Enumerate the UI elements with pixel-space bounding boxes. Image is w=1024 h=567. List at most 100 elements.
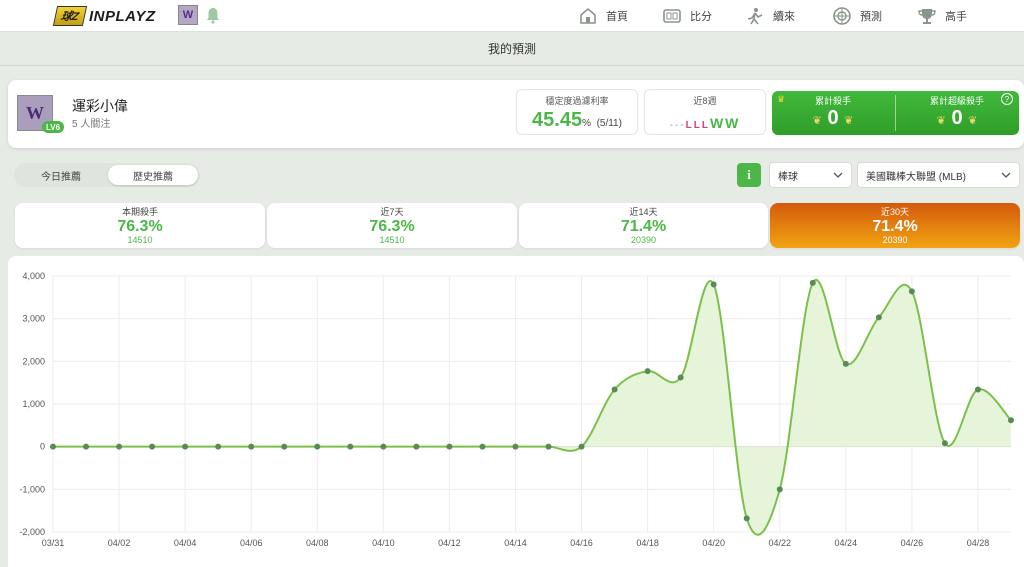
y-tick-label: -1,000 — [19, 484, 45, 494]
stability-value: 45.45 — [532, 109, 583, 131]
help-icon[interactable]: ? — [1001, 93, 1013, 105]
profile-card: W LV6 運彩小偉 5 人關注 穩定度過濾利率 45.45% (5/11) 近… — [8, 80, 1024, 148]
data-point — [941, 440, 948, 447]
data-point — [83, 443, 90, 450]
period-count: 20390 — [882, 235, 908, 245]
period-count: 14510 — [379, 235, 405, 245]
period-value: 76.3% — [117, 218, 163, 235]
stability-rate-box: 穩定度過濾利率 45.45% (5/11) — [516, 89, 638, 135]
series-area-fill — [53, 279, 1011, 535]
data-point — [809, 279, 816, 286]
recommendation-tabs: 今日推薦 歷史推薦 — [14, 163, 200, 187]
data-point — [1008, 417, 1014, 424]
x-tick-label: 04/24 — [835, 538, 858, 548]
data-point — [842, 360, 849, 367]
period-label: 近7天 — [380, 207, 404, 217]
tab-history[interactable]: 歷史推薦 — [108, 165, 198, 185]
period-value: 71.4% — [620, 218, 667, 235]
data-point — [248, 443, 255, 450]
home-icon — [580, 7, 596, 24]
data-point — [776, 486, 783, 493]
x-tick-label: 04/10 — [372, 538, 395, 548]
nav-experts[interactable]: 高手 — [917, 4, 967, 28]
period-label: 近30天 — [880, 207, 909, 217]
period-card-7-days[interactable]: 近7天 76.3% 14510 — [267, 203, 517, 248]
nav-experts-label: 高手 — [945, 11, 967, 23]
tab-today[interactable]: 今日推薦 — [16, 165, 106, 185]
user-avatar[interactable]: W — [178, 5, 198, 25]
period-label: 本期殺手 — [121, 207, 158, 217]
bell-icon[interactable] — [205, 6, 221, 24]
x-tick-label: 04/08 — [306, 538, 329, 548]
scoreboard-icon — [663, 9, 681, 23]
stability-unit: % — [582, 118, 591, 129]
data-point — [215, 443, 222, 450]
award-super-killer-value: 0 — [951, 107, 963, 129]
data-point — [875, 314, 882, 321]
laurel-right-icon: ❦ — [844, 115, 854, 127]
y-tick-label: 0 — [40, 442, 45, 452]
period-card-current[interactable]: 本期殺手 76.3% 14510 — [15, 203, 265, 248]
form-wins: WW — [709, 115, 741, 131]
period-count: 20390 — [630, 235, 657, 245]
stability-label: 穩定度過濾利率 — [545, 96, 609, 106]
period-value: 71.4% — [872, 218, 918, 235]
sport-select[interactable]: 棒球 — [769, 162, 852, 188]
data-point — [380, 443, 387, 450]
period-count: 14510 — [127, 235, 153, 245]
trophy-icon — [918, 9, 936, 24]
nav-predict[interactable]: 預測 — [832, 4, 882, 28]
target-icon — [833, 7, 851, 25]
data-point — [149, 443, 156, 450]
nav-players-label: 續來 — [773, 11, 795, 23]
period-card-30-days[interactable]: 近30天 71.4% 20390 — [770, 203, 1020, 248]
data-point — [578, 443, 585, 450]
x-tick-label: 04/26 — [901, 538, 924, 548]
x-tick-label: 04/18 — [636, 538, 659, 548]
data-point — [908, 288, 915, 295]
inplayz-logo[interactable]: 球Z INPLAYZ — [52, 5, 156, 27]
y-tick-label: 4,000 — [22, 271, 45, 281]
chevron-down-icon — [833, 172, 843, 178]
x-tick-label: 04/22 — [768, 538, 791, 548]
data-point — [479, 443, 486, 450]
recent-form-label: 近8週 — [693, 96, 717, 106]
y-tick-label: -2,000 — [19, 527, 45, 537]
data-point — [974, 386, 981, 393]
info-button[interactable]: i — [737, 163, 761, 187]
data-point — [50, 443, 56, 450]
y-tick-label: 2,000 — [22, 356, 45, 366]
x-tick-label: 04/06 — [240, 538, 263, 548]
award-killer-label: 累計殺手 — [814, 96, 851, 106]
period-card-14-days[interactable]: 近14天 71.4% 20390 — [519, 203, 768, 248]
chevron-down-icon — [1001, 172, 1011, 178]
nav-home-label: 首頁 — [606, 11, 628, 23]
x-tick-label: 04/14 — [504, 538, 527, 548]
data-point — [512, 443, 519, 450]
nav-scores[interactable]: 比分 — [662, 4, 712, 28]
player-icon — [747, 8, 763, 25]
period-value: 76.3% — [369, 218, 415, 235]
page-title: 我的預測 — [487, 42, 536, 56]
profit-chart-card: 4,000 3,000 2,000 1,000 0 -1,000 -2,000 03/31 04… — [8, 256, 1024, 567]
form-losses: LLL — [685, 120, 710, 131]
data-point — [347, 443, 354, 450]
nav-players[interactable]: 續來 — [745, 4, 795, 28]
data-point — [743, 515, 750, 522]
laurel-left-icon: ❦ — [812, 115, 822, 127]
profit-chart: 4,000 3,000 2,000 1,000 0 -1,000 -2,00003/31 04… — [19, 271, 1014, 548]
data-point — [413, 443, 420, 450]
award-box: ♛ 累計殺手 ❦ 0 ❦ 累計超級殺手 ❦ 0 ❦ ? — [772, 91, 1019, 135]
league-select[interactable]: 美國職棒大聯盟 (MLB) — [857, 162, 1020, 188]
nav-home[interactable]: 首頁 — [578, 4, 628, 28]
x-tick-label: 04/02 — [108, 538, 131, 548]
x-tick-label: 04/20 — [702, 538, 725, 548]
award-super-killer: 累計超級殺手 ❦ 0 ❦ ? — [896, 91, 1018, 135]
period-label: 近14天 — [629, 207, 658, 217]
recent-form-box: 近8週 ---LLLWW — [644, 89, 766, 135]
data-point — [545, 443, 552, 450]
data-point — [446, 443, 453, 450]
crown-icon: ♛ — [777, 94, 786, 104]
logo-text: INPLAYZ — [89, 7, 156, 25]
y-tick-label: 3,000 — [22, 314, 45, 324]
